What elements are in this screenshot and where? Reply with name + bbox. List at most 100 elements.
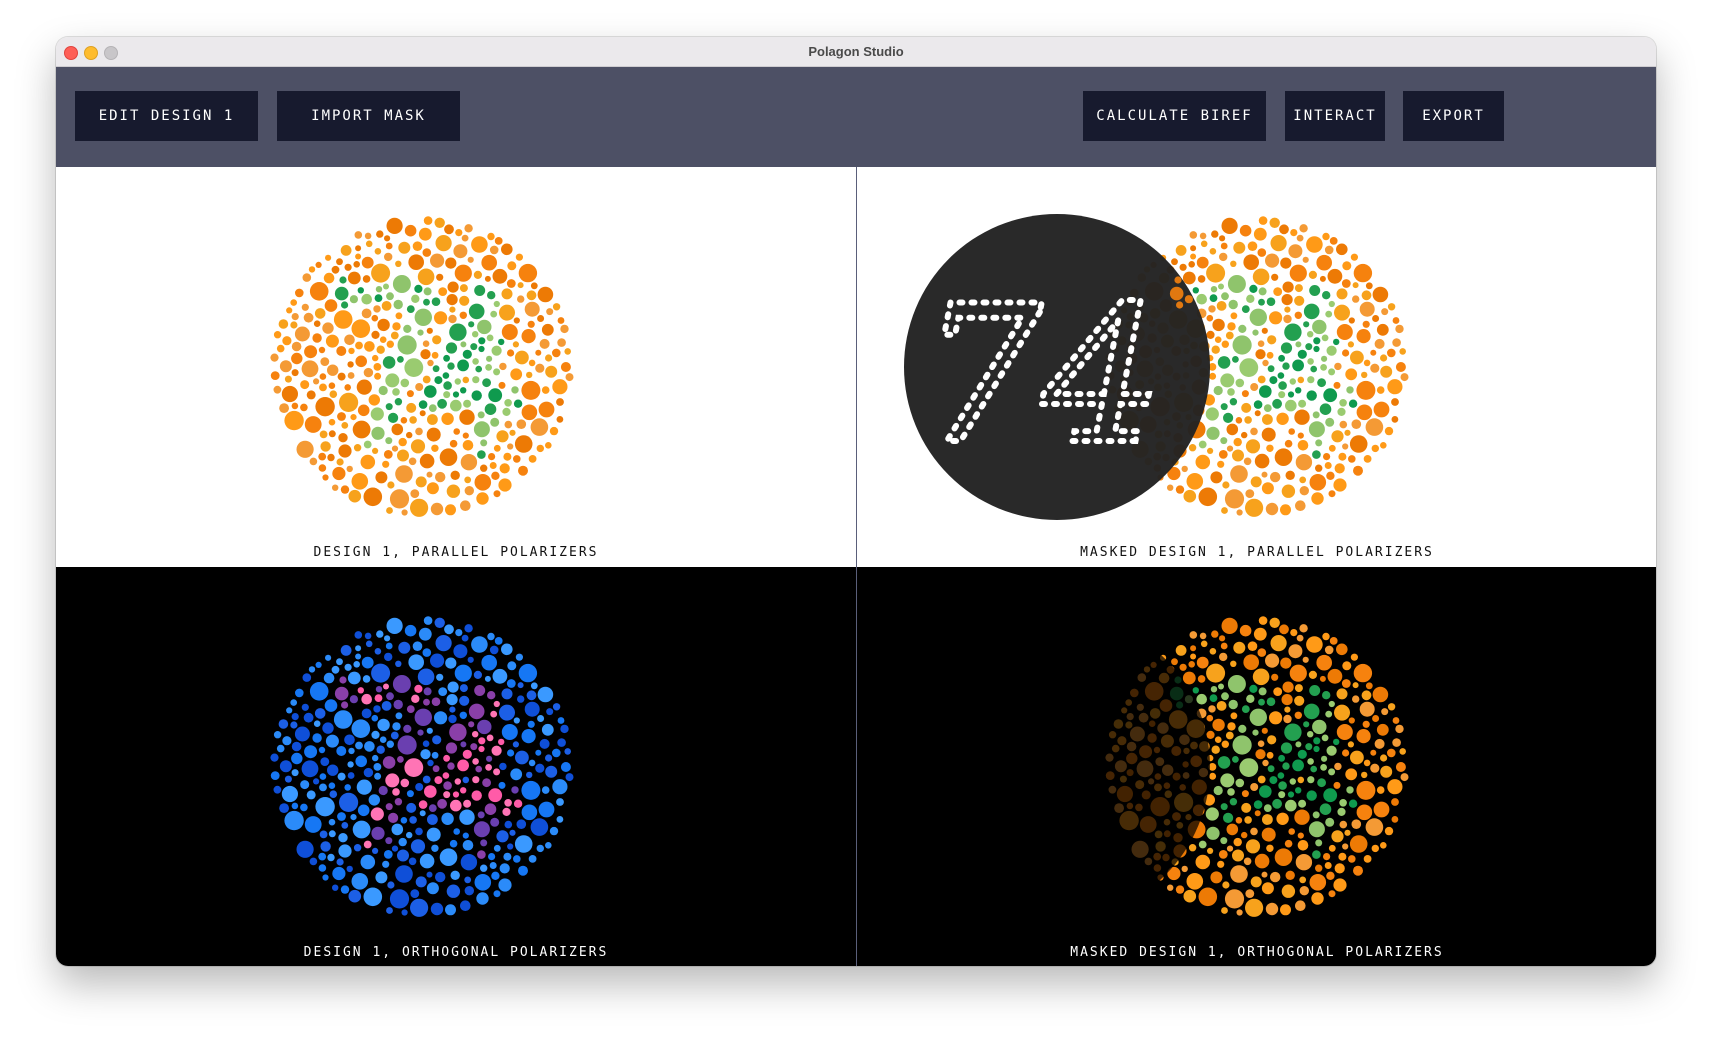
plate-dot	[356, 379, 372, 395]
plate-dot	[328, 430, 336, 438]
plate-dot	[388, 812, 399, 823]
plate-dot	[518, 465, 528, 476]
plate-dot	[322, 474, 329, 481]
plate-dot	[423, 298, 430, 306]
plate-dot	[375, 286, 383, 293]
plate-dot	[365, 240, 373, 248]
plate-dot	[1285, 870, 1295, 880]
plate-dot	[336, 658, 343, 666]
plate-dot	[385, 837, 393, 845]
plate-dot	[1229, 398, 1238, 406]
plate-dot	[501, 724, 518, 740]
plate-dot	[325, 254, 332, 261]
plate-dot	[431, 351, 439, 359]
plate-dot	[1228, 699, 1238, 710]
plate-dot	[1308, 270, 1317, 279]
plate-dot	[279, 403, 289, 413]
plate-dot	[485, 364, 492, 371]
plate-dot	[1308, 821, 1325, 838]
plate-dot	[361, 656, 374, 669]
plate-dot	[526, 371, 533, 379]
plate-dot	[1326, 745, 1337, 756]
plate-dot	[1223, 812, 1234, 823]
plate-dot	[426, 427, 441, 442]
plate-dot	[537, 286, 554, 303]
plate-dot	[344, 663, 352, 671]
plate-dot	[426, 471, 433, 478]
plate-dot	[404, 758, 424, 777]
plate-dot	[1258, 287, 1267, 296]
plate-dot	[1212, 718, 1225, 732]
plate-dot	[1299, 486, 1309, 496]
plate-dot	[397, 335, 417, 355]
plate-dot	[488, 453, 496, 461]
plate-dot	[1341, 279, 1351, 288]
plate-dot	[1227, 788, 1235, 796]
plate-dot	[1387, 379, 1403, 395]
plate-dot	[1325, 417, 1335, 427]
plate-dot	[552, 703, 561, 711]
plate-dot	[327, 764, 339, 776]
plate-dot	[453, 428, 461, 435]
plate-dot	[375, 471, 388, 484]
import-mask-button[interactable]: IMPORT MASK	[277, 91, 460, 141]
plate-dot	[1359, 701, 1375, 717]
plate-dot	[1250, 783, 1259, 791]
plate-dot	[376, 630, 384, 638]
plate-dot	[1280, 257, 1292, 269]
plate-dot	[1311, 492, 1324, 505]
calculate-biref-button[interactable]: CALCULATE BIREF	[1083, 91, 1266, 141]
plate-dot	[504, 399, 512, 407]
plate-dot	[423, 287, 432, 296]
plate-dot	[1263, 404, 1272, 412]
plate-dot	[309, 682, 329, 701]
plate-dot	[1322, 291, 1331, 300]
panel-masked-parallel: 74 MASKED DESIGN 1, PARALLEL POLARIZERS	[857, 167, 1656, 566]
plate-dot	[1206, 314, 1214, 322]
plate-dot	[375, 686, 383, 693]
plate-dot	[1303, 703, 1320, 720]
plate-dot	[401, 509, 408, 516]
plate-dot	[1254, 853, 1270, 869]
plate-dot	[481, 254, 498, 271]
plate-dot	[323, 272, 335, 284]
plate-dot	[1226, 845, 1234, 852]
plate-dot	[499, 762, 507, 771]
plate-dot	[496, 830, 509, 843]
plate-dot	[1319, 275, 1326, 282]
plate-dot	[453, 244, 468, 259]
plate-dot	[1257, 375, 1266, 384]
plate-dot	[333, 310, 353, 329]
plate-dot	[411, 294, 420, 303]
interact-button[interactable]: INTERACT	[1285, 91, 1385, 141]
edit-design-button[interactable]: EDIT DESIGN 1	[75, 91, 258, 141]
plate-dot	[1316, 654, 1332, 671]
plate-dot	[1329, 237, 1338, 245]
plate-dot	[1344, 829, 1351, 836]
plate-dot	[382, 460, 390, 468]
plate-dot	[1196, 256, 1209, 269]
plate-dot	[364, 741, 375, 752]
plate-dot	[1309, 685, 1321, 696]
plate-dot	[431, 697, 441, 706]
plate-dot	[1400, 373, 1409, 382]
plate-dot	[1310, 765, 1317, 773]
plate-dot	[363, 440, 372, 449]
plate-dot	[1326, 345, 1337, 356]
plate-dot	[1339, 820, 1348, 829]
plate-dot	[1297, 776, 1305, 784]
plate-dot	[361, 308, 372, 319]
plate-dot	[468, 321, 475, 328]
plate-dot	[303, 712, 314, 723]
export-button[interactable]: EXPORT	[1403, 91, 1504, 141]
plate-dot	[291, 802, 299, 810]
plate-dot	[338, 833, 348, 843]
plate-dot	[1347, 341, 1354, 348]
plate-dot	[1305, 343, 1313, 351]
plate-dot	[499, 863, 510, 874]
plate-dot	[434, 711, 448, 725]
plate-dot	[491, 745, 502, 756]
plate-dot	[291, 402, 299, 410]
plate-dot	[309, 857, 318, 866]
plate-dot	[487, 632, 495, 641]
